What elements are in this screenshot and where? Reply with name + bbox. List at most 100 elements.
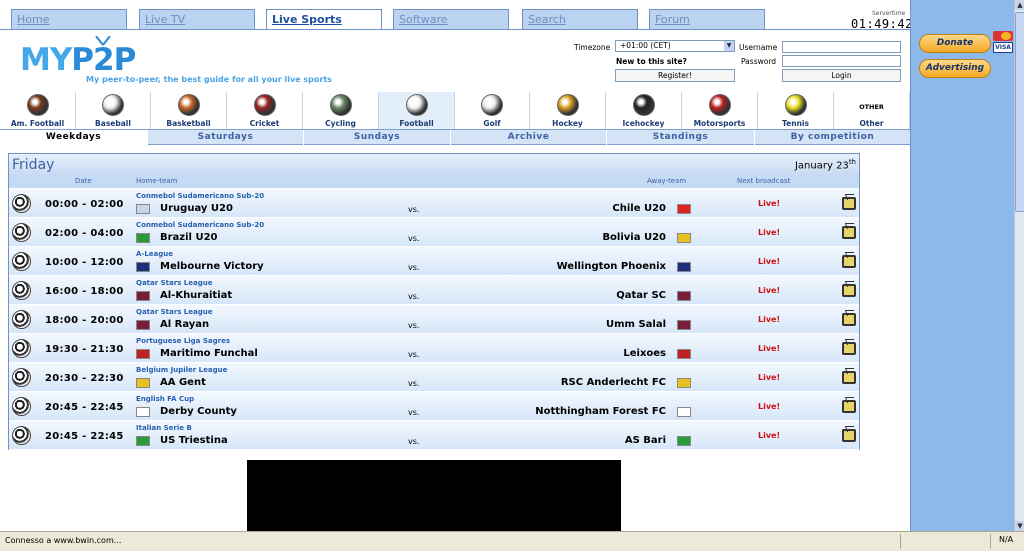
home-flag-icon	[136, 407, 150, 417]
sport-motorsports[interactable]: Motorsports	[682, 92, 758, 129]
password-input[interactable]	[782, 55, 901, 67]
away-team: Bolivia U20	[602, 232, 666, 243]
chevron-down-icon[interactable]: ▼	[724, 41, 734, 51]
tv-icon[interactable]	[842, 284, 856, 297]
match-league[interactable]: Qatar Stars League	[136, 279, 212, 287]
visa-icon: VISA	[993, 42, 1013, 53]
versus-label: vs.	[408, 379, 420, 388]
advertising-button[interactable]: Advertising	[919, 59, 991, 78]
live-link[interactable]: Live!	[758, 286, 780, 295]
cycling-icon	[329, 94, 352, 116]
match-row[interactable]: 02:00 - 04:00 Conmebol Sudamericano Sub-2…	[9, 218, 859, 247]
sport-tennis[interactable]: Tennis	[758, 92, 834, 129]
sport-baseball[interactable]: Baseball	[76, 92, 151, 129]
match-league[interactable]: Portuguese Liga Sagres	[136, 337, 230, 345]
scroll-thumb[interactable]	[1015, 12, 1024, 212]
tv-icon[interactable]	[842, 226, 856, 239]
sport-hockey[interactable]: Hockey	[530, 92, 606, 129]
tv-icon[interactable]	[842, 400, 856, 413]
tab-by-competition[interactable]: By competition	[755, 130, 910, 145]
hockey-icon	[556, 94, 579, 116]
logo-tagline: My peer-to-peer, the best guide for all …	[86, 75, 332, 84]
match-row[interactable]: 20:45 - 22:45 English FA Cup Derby County v…	[9, 392, 859, 421]
sport-label: Cricket	[249, 119, 280, 128]
sport-golf[interactable]: Golf	[455, 92, 530, 129]
match-row[interactable]: 10:00 - 12:00 A-League Melbourne Victory vs…	[9, 247, 859, 276]
sport-other[interactable]: OTHER Other	[834, 92, 910, 129]
tab-software[interactable]: Software	[393, 9, 509, 30]
site-logo[interactable]: MYP2P My peer-to-peer, the best guide fo…	[20, 36, 340, 86]
match-league[interactable]: Italian Serie B	[136, 424, 192, 432]
match-league[interactable]: Belgium Jupiler League	[136, 366, 227, 374]
register-button[interactable]: Register!	[615, 69, 735, 82]
tab-sundays[interactable]: Sundays	[304, 130, 451, 145]
sport-football[interactable]: Football	[379, 92, 455, 129]
tv-icon[interactable]	[842, 371, 856, 384]
match-league[interactable]: English FA Cup	[136, 395, 194, 403]
match-row[interactable]: 20:30 - 22:30 Belgium Jupiler League AA Ge…	[9, 363, 859, 392]
vertical-scrollbar[interactable]: ▲ ▼	[1014, 0, 1024, 531]
away-flag-icon	[677, 407, 691, 417]
sport-label: Golf	[483, 119, 501, 128]
home-team: Al-Khuraitiat	[160, 290, 233, 301]
away-team: RSC Anderlecht FC	[560, 377, 666, 388]
match-league[interactable]: Qatar Stars League	[136, 308, 212, 316]
tv-icon[interactable]	[842, 429, 856, 442]
date-suffix: th	[848, 158, 856, 166]
mastercard-icon	[993, 31, 1013, 41]
live-link[interactable]: Live!	[758, 228, 780, 237]
password-label: Password	[741, 57, 777, 66]
tv-icon[interactable]	[842, 197, 856, 210]
match-row[interactable]: 16:00 - 18:00 Qatar Stars League Al-Khurai…	[9, 276, 859, 305]
tv-icon[interactable]	[842, 342, 856, 355]
home-flag-icon	[136, 233, 150, 243]
tab-forum[interactable]: Forum	[649, 9, 765, 30]
tab-search[interactable]: Search	[522, 9, 638, 30]
video-player[interactable]	[247, 460, 621, 531]
tab-archive[interactable]: Archive	[451, 130, 607, 145]
login-button[interactable]: Login	[782, 69, 901, 82]
live-link[interactable]: Live!	[758, 315, 780, 324]
scroll-up-icon[interactable]: ▲	[1015, 0, 1024, 10]
home-flag-icon	[136, 291, 150, 301]
football-icon	[12, 281, 31, 300]
live-link[interactable]: Live!	[758, 257, 780, 266]
sport-cricket[interactable]: Cricket	[227, 92, 303, 129]
match-league[interactable]: Conmebol Sudamericano Sub-20	[136, 221, 264, 229]
donate-button[interactable]: Donate	[919, 34, 991, 53]
tab-saturdays[interactable]: Saturdays	[148, 130, 304, 145]
username-input[interactable]	[782, 41, 901, 53]
away-flag-icon	[677, 436, 691, 446]
match-row[interactable]: 18:00 - 20:00 Qatar Stars League Al Rayan v…	[9, 305, 859, 334]
tab-live-tv[interactable]: Live TV	[139, 9, 255, 30]
sport-am-football[interactable]: Am. Football	[0, 92, 76, 129]
tab-weekdays[interactable]: Weekdays	[0, 130, 148, 145]
live-link[interactable]: Live!	[758, 402, 780, 411]
away-team: Chile U20	[612, 203, 666, 214]
sport-basketball[interactable]: Basketball	[151, 92, 227, 129]
timezone-select[interactable]: +01:00 (CET) ▼	[615, 40, 735, 52]
sport-cycling[interactable]: Cycling	[303, 92, 379, 129]
live-link[interactable]: Live!	[758, 344, 780, 353]
sport-icehockey[interactable]: Icehockey	[606, 92, 682, 129]
match-row[interactable]: 19:30 - 21:30 Portuguese Liga Sagres Marit…	[9, 334, 859, 363]
match-row[interactable]: 00:00 - 02:00 Conmebol Sudamericano Sub-2…	[9, 189, 859, 218]
tv-icon[interactable]	[842, 255, 856, 268]
live-link[interactable]: Live!	[758, 199, 780, 208]
live-link[interactable]: Live!	[758, 431, 780, 440]
panel-header: Friday January 23th	[9, 154, 859, 176]
match-league[interactable]: A-League	[136, 250, 173, 258]
match-row[interactable]: 20:45 - 22:45 Italian Serie B US Triestina…	[9, 421, 859, 450]
golf-ball-icon	[481, 94, 503, 116]
away-flag-icon	[677, 233, 691, 243]
live-link[interactable]: Live!	[758, 373, 780, 382]
race-car-icon	[708, 94, 731, 116]
tab-standings[interactable]: Standings	[607, 130, 755, 145]
tab-home[interactable]: Home	[11, 9, 127, 30]
date-title: January 23th	[795, 158, 856, 171]
date-text: January 23	[794, 160, 849, 172]
match-league[interactable]: Conmebol Sudamericano Sub-20	[136, 192, 264, 200]
tab-live-sports[interactable]: Live Sports	[266, 9, 382, 30]
tv-icon[interactable]	[842, 313, 856, 326]
scroll-down-icon[interactable]: ▼	[1015, 521, 1024, 531]
